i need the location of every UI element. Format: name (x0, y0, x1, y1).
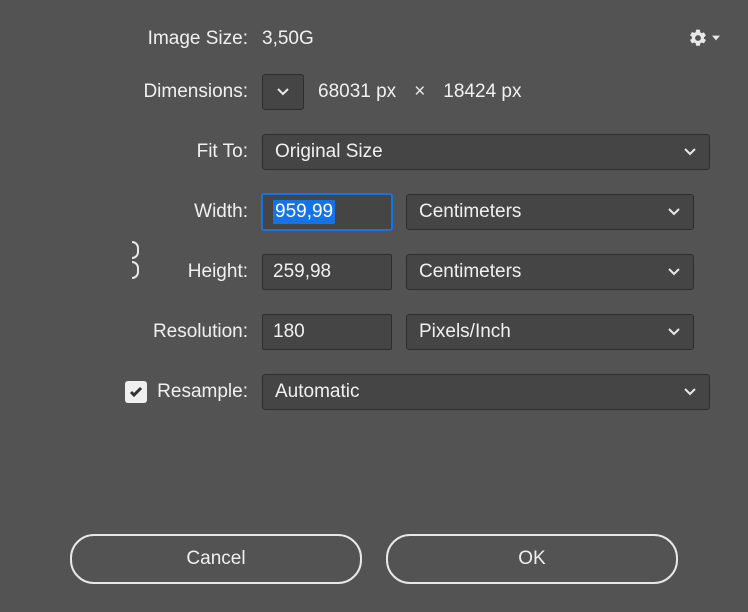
chevron-down-icon (667, 267, 681, 277)
fit-to-label: Fit To: (0, 141, 262, 163)
link-constrain-icon[interactable] (122, 238, 142, 288)
resolution-value: 180 (273, 321, 305, 343)
chevron-down-icon (683, 147, 697, 157)
check-icon (128, 384, 144, 400)
resample-mode-value: Automatic (275, 381, 359, 403)
resolution-unit-select[interactable]: Pixels/Inch (406, 314, 694, 350)
width-unit-value: Centimeters (419, 201, 521, 223)
height-input[interactable]: 259,98 (262, 254, 392, 290)
width-value: 959,99 (273, 200, 335, 224)
fit-to-select[interactable]: Original Size (262, 134, 710, 170)
times-icon: × (410, 81, 429, 103)
dimensions-label: Dimensions: (0, 81, 262, 103)
chevron-down-icon (683, 387, 697, 397)
resolution-label: Resolution: (0, 321, 262, 343)
resample-mode-select[interactable]: Automatic (262, 374, 710, 410)
image-size-dialog: Image Size: 3,50G Dimensions: 68031 px ×… (0, 0, 748, 612)
height-unit-value: Centimeters (419, 261, 521, 283)
resolution-input[interactable]: 180 (262, 314, 392, 350)
image-size-value: 3,50G (262, 28, 314, 50)
width-input[interactable]: 959,99 (262, 194, 392, 230)
image-size-label: Image Size: (0, 28, 262, 50)
resolution-unit-value: Pixels/Inch (419, 321, 511, 343)
ok-button-label: OK (518, 548, 545, 570)
chevron-down-icon (667, 207, 681, 217)
dimensions-unit-dropdown[interactable] (262, 74, 304, 110)
height-value: 259,98 (273, 261, 331, 283)
width-unit-select[interactable]: Centimeters (406, 194, 694, 230)
settings-menu-button[interactable] (688, 28, 720, 48)
fit-to-value: Original Size (275, 141, 383, 163)
ok-button[interactable]: OK (386, 534, 678, 584)
height-unit-select[interactable]: Centimeters (406, 254, 694, 290)
dimensions-width: 68031 px (318, 81, 396, 103)
chevron-down-icon (276, 81, 290, 103)
dimensions-height: 18424 px (443, 81, 521, 103)
chevron-down-icon (712, 34, 720, 42)
cancel-button[interactable]: Cancel (70, 534, 362, 584)
gear-icon (688, 28, 708, 48)
resample-checkbox[interactable] (125, 381, 147, 403)
width-label: Width: (0, 201, 262, 223)
cancel-button-label: Cancel (186, 548, 245, 570)
chevron-down-icon (667, 327, 681, 337)
resample-label: Resample: (157, 381, 248, 403)
